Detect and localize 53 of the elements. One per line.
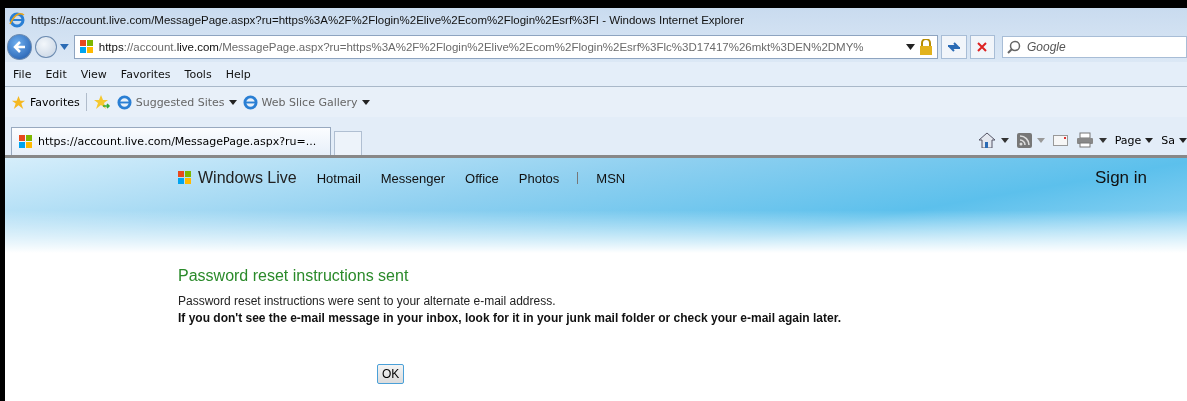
- refresh-button[interactable]: [941, 35, 967, 59]
- menu-item[interactable]: Help: [225, 67, 251, 81]
- caret-icon: [361, 99, 370, 105]
- nav-link[interactable]: Office: [465, 170, 499, 186]
- windows-flag-icon: [78, 39, 95, 55]
- nav-link[interactable]: Messenger: [380, 170, 446, 186]
- add-favorite-icon[interactable]: [92, 94, 111, 110]
- search-icon: [1007, 40, 1021, 54]
- favorites-button[interactable]: Favorites: [11, 94, 80, 110]
- back-button[interactable]: [7, 34, 33, 60]
- favorites-link[interactable]: Suggested Sites: [116, 94, 237, 110]
- menu-item[interactable]: File: [13, 67, 32, 81]
- dropdown-arrow-icon[interactable]: [906, 44, 916, 50]
- nav-link[interactable]: MSN: [596, 170, 626, 186]
- brand-logo[interactable]: Windows Live: [176, 169, 297, 187]
- caret-icon: [1179, 137, 1187, 143]
- ok-button[interactable]: OK: [377, 364, 405, 384]
- dropdown-arrow-icon[interactable]: [1000, 137, 1009, 143]
- printer-icon[interactable]: [1075, 132, 1094, 148]
- browser-logo-icon: [9, 12, 25, 28]
- mail-icon[interactable]: [1052, 134, 1068, 146]
- close-icon: [976, 41, 989, 53]
- sign-in-link[interactable]: Sign in: [1095, 168, 1147, 188]
- feed-icon[interactable]: [1016, 132, 1032, 148]
- nav-link[interactable]: Photos: [518, 170, 560, 186]
- menu-item[interactable]: Favorites: [120, 67, 171, 81]
- home-icon[interactable]: [977, 132, 996, 148]
- page-heading: Password reset instructions sent: [178, 267, 410, 285]
- nav-link[interactable]: Hotmail: [316, 170, 361, 186]
- browser-tab[interactable]: https://account.live.com/MessagePage.aspx?ru=...: [11, 127, 331, 155]
- menu-item[interactable]: Edit: [45, 67, 67, 81]
- refresh-arrows-icon: [946, 41, 961, 53]
- dropdown-arrow-icon[interactable]: [1098, 137, 1107, 143]
- forward-button[interactable]: [35, 36, 57, 58]
- menu-item[interactable]: View: [80, 67, 107, 81]
- message-text: Password reset instructions were sent to your alternate e-mail address.: [178, 294, 557, 308]
- caret-icon: [228, 99, 237, 105]
- window-title: https://account.live.com/MessagePage.aspx?ru=https%3A%2F%2Flogin%2Elive%2Ecom%2Flogin%2Esrf%3FI - Windows Internet Explorer: [31, 14, 744, 26]
- stop-button[interactable]: [969, 35, 995, 59]
- command-menu[interactable]: Sa: [1161, 133, 1187, 147]
- windows-flag-icon: [18, 133, 34, 150]
- browser-logo-icon: [242, 94, 258, 110]
- favorites-link[interactable]: Web Slice Gallery: [242, 94, 370, 110]
- caret-icon: [1145, 137, 1154, 143]
- left-arrow-icon: [12, 40, 27, 54]
- search-field[interactable]: Google: [1002, 36, 1187, 58]
- note-text: If you don't see the e-mail message in your inbox, look for it in your junk mail folder or check your e-mail again later.: [178, 311, 842, 325]
- star-icon: [11, 94, 26, 110]
- command-menu[interactable]: Page: [1114, 133, 1154, 147]
- address-field[interactable]: https://account.live.com/MessagePage.aspx?ru=https%3A%2F%2Flogin%2Elive%2Ecom%2Flogin%2Esrf%3Flc%3D17417%26mkt%3DEN%2DMY%: [73, 35, 939, 59]
- menu-item[interactable]: Tools: [184, 67, 212, 81]
- windows-flag-icon: [176, 170, 194, 186]
- browser-logo-icon: [116, 94, 132, 110]
